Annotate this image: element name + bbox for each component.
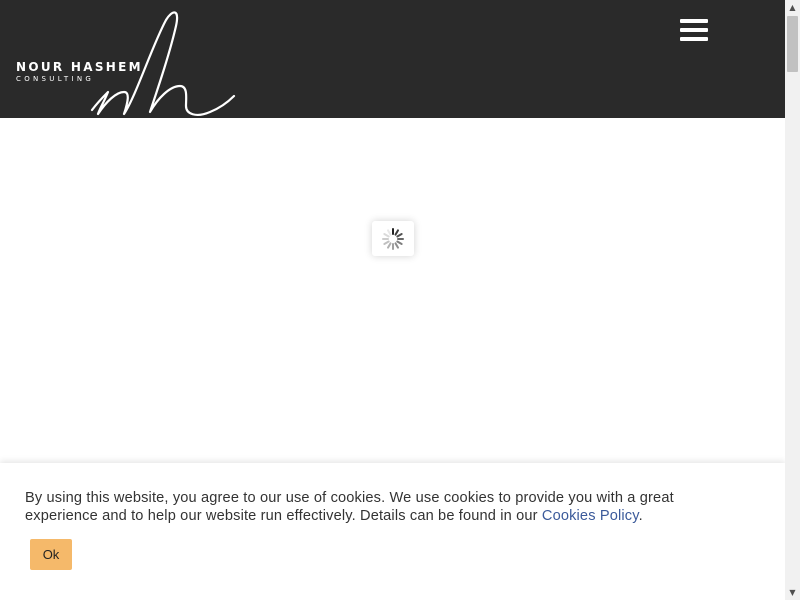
scrollbar-thumb[interactable] (787, 16, 798, 72)
site-logo[interactable]: NOUR HASHEM CONSULTING (0, 0, 240, 118)
menu-bar-top (680, 19, 708, 23)
page: NOUR HASHEM CONSULTING By using this web… (0, 0, 785, 600)
site-header: NOUR HASHEM CONSULTING (0, 0, 785, 118)
cookies-policy-link[interactable]: Cookies Policy (542, 508, 639, 524)
logo-monogram (90, 11, 236, 116)
scroll-down-arrow-icon[interactable]: ▼ (785, 585, 800, 600)
cookie-ok-button[interactable]: Ok (30, 539, 72, 570)
logo-subtitle: CONSULTING (16, 75, 95, 83)
menu-bar-middle (680, 28, 708, 32)
spinner-icon (382, 227, 404, 250)
loading-indicator (372, 221, 414, 256)
menu-bar-bottom (680, 37, 708, 41)
scroll-up-arrow-icon[interactable]: ▲ (785, 0, 800, 15)
cookie-message-period: . (638, 508, 643, 524)
hamburger-menu-icon[interactable] (676, 14, 712, 46)
cookie-message: By using this website, you agree to our … (25, 489, 745, 525)
vertical-scrollbar[interactable]: ▲ ▼ (785, 0, 800, 600)
cookie-banner: By using this website, you agree to our … (0, 463, 785, 600)
